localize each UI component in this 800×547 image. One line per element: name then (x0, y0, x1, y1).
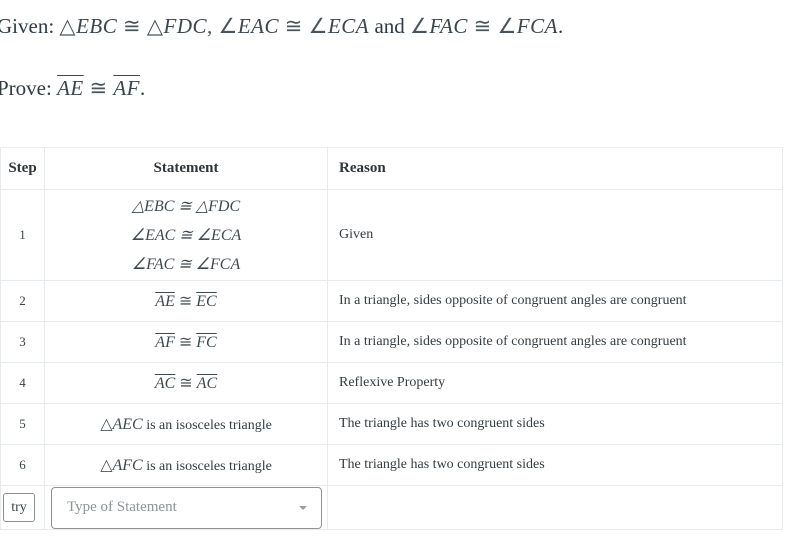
step-number: 3 (0, 321, 45, 363)
step-number: 1 (0, 189, 45, 281)
proof-page: Given: △EBC ≅ △FDC, ∠EAC ≅ ∠ECA and ∠FAC… (0, 0, 800, 547)
step-number: 5 (0, 403, 45, 445)
triangle-symbol: △ (100, 456, 113, 474)
table-row: 6 △AFC is an isosceles triangle The tria… (0, 444, 783, 486)
reason-cell: The triangle has two congruent sides (327, 444, 783, 486)
reason-cell: In a triangle, sides opposite of congrue… (327, 321, 783, 363)
step-number: 4 (0, 362, 45, 404)
statement-cell: △AEC is an isosceles triangle (44, 403, 328, 445)
table-row: 3 AF ≅ FC In a triangle, sides opposite … (0, 321, 783, 363)
statement-input-cell: Type of Statement (44, 485, 328, 530)
table-row: 5 △AEC is an isosceles triangle The tria… (0, 403, 783, 445)
reason-cell: The triangle has two congruent sides (327, 403, 783, 445)
input-row: try Type of Statement (0, 485, 783, 530)
statement-cell: △EBC ≅ △FDC ∠EAC ≅ ∠ECA ∠FAC ≅ ∠FCA (44, 189, 328, 281)
prove-statement: Prove: AE ≅ AF. (0, 76, 145, 101)
reason-input-cell (327, 485, 783, 530)
proof-table: Step Statement Reason 1 △EBC ≅ △FDC ∠EAC… (0, 147, 783, 530)
statement-line: ∠EAC ≅ ∠ECA (130, 226, 242, 244)
given-and: and (374, 14, 411, 38)
header-statement: Statement (44, 147, 328, 190)
try-cell: try (0, 485, 45, 530)
reason-cell: Reflexive Property (327, 362, 783, 404)
statement-line: △EBC ≅ △FDC (131, 197, 241, 215)
reason-cell: Given (327, 189, 783, 281)
try-button[interactable]: try (3, 493, 35, 522)
prove-label: Prove: (0, 76, 52, 100)
statement-cell: △AFC is an isosceles triangle (44, 444, 328, 486)
statement-cell: AC ≅ AC (44, 362, 328, 404)
table-header-row: Step Statement Reason (0, 147, 783, 190)
statement-cell: AE ≅ EC (44, 280, 328, 322)
select-placeholder: Type of Statement (67, 499, 177, 515)
given-math-2: ∠FAC ≅ ∠FCA (410, 14, 558, 38)
prove-math: AE ≅ AF (57, 76, 140, 100)
table-row: 1 △EBC ≅ △FDC ∠EAC ≅ ∠ECA ∠FAC ≅ ∠FCA Gi… (0, 189, 783, 281)
statement-line: ∠FAC ≅ ∠FCA (131, 255, 241, 273)
given-math-1: △EBC ≅ △FDC, ∠EAC ≅ ∠ECA (59, 14, 369, 38)
chevron-down-icon[interactable] (299, 505, 307, 510)
given-statement: Given: △EBC ≅ △FDC, ∠EAC ≅ ∠ECA and ∠FAC… (0, 14, 563, 39)
step-number: 6 (0, 444, 45, 486)
header-reason: Reason (327, 147, 783, 190)
reason-cell: In a triangle, sides opposite of congrue… (327, 280, 783, 322)
table-row: 2 AE ≅ EC In a triangle, sides opposite … (0, 280, 783, 322)
statement-cell: AF ≅ FC (44, 321, 328, 363)
header-step: Step (0, 147, 45, 190)
triangle-symbol: △ (100, 415, 113, 433)
step-number: 2 (0, 280, 45, 322)
statement-type-select[interactable]: Type of Statement (51, 486, 322, 529)
table-row: 4 AC ≅ AC Reflexive Property (0, 362, 783, 404)
given-label: Given: (0, 14, 55, 38)
